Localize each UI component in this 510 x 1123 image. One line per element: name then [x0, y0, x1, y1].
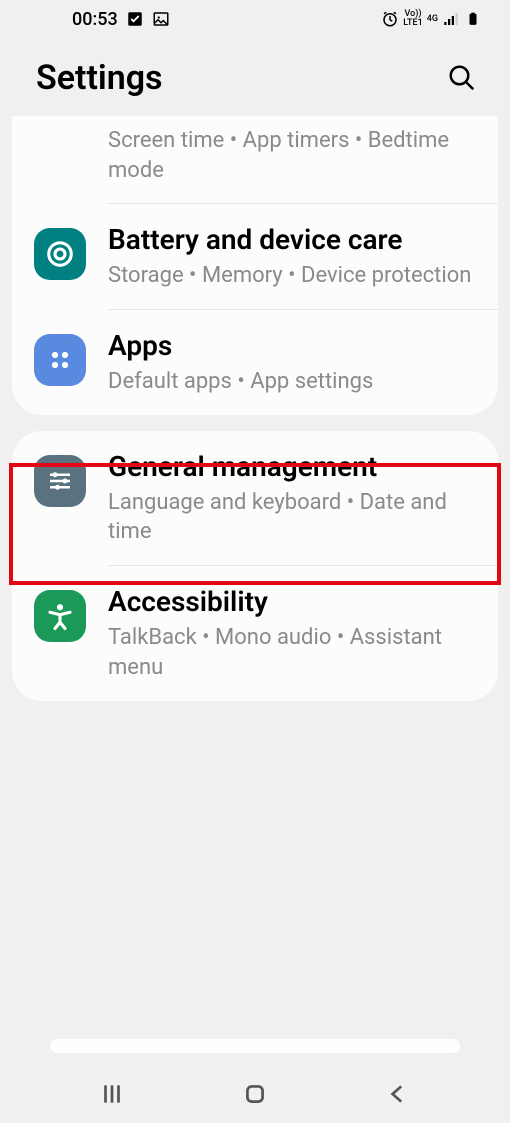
row-subtitle: TalkBack • Mono audio • Assistant menu [108, 623, 476, 682]
device-care-icon [34, 228, 86, 280]
checkbox-icon [126, 10, 144, 28]
page-title: Settings [36, 58, 163, 98]
settings-row-accessibility[interactable]: Accessibility TalkBack • Mono audio • As… [12, 566, 498, 700]
alarm-icon [381, 10, 399, 28]
navigation-bar [0, 1065, 510, 1123]
accessibility-icon [34, 590, 86, 642]
back-icon [385, 1081, 411, 1107]
sliders-icon [34, 455, 86, 507]
signal-icon [442, 10, 460, 28]
row-subtitle: Default apps • App settings [108, 367, 476, 397]
row-subtitle: Language and keyboard • Date and time [108, 488, 476, 547]
status-bar: 00:53 Vo)) LTE1 4G [0, 0, 510, 38]
settings-row-digital-wellbeing[interactable]: Screen time • App timers • Bedtime mode [12, 116, 498, 203]
battery-icon [464, 10, 482, 28]
settings-row-battery-device-care[interactable]: Battery and device care Storage • Memory… [12, 204, 498, 309]
data-label: 4G [427, 15, 438, 24]
recents-icon [99, 1081, 125, 1107]
row-title: Battery and device care [108, 222, 476, 257]
search-icon [447, 63, 477, 93]
recents-button[interactable] [92, 1074, 132, 1114]
home-button[interactable] [235, 1074, 275, 1114]
row-subtitle: Storage • Memory • Device protection [108, 261, 476, 291]
volte-label: Vo)) LTE1 [403, 10, 422, 28]
home-icon [242, 1081, 268, 1107]
page-header: Settings [0, 38, 510, 116]
row-title: Accessibility [108, 584, 476, 619]
apps-icon [34, 334, 86, 386]
back-button[interactable] [378, 1074, 418, 1114]
row-title: Apps [108, 328, 476, 363]
image-icon [152, 10, 170, 28]
row-subtitle: Screen time • App timers • Bedtime mode [108, 126, 476, 185]
settings-row-apps[interactable]: Apps Default apps • App settings [12, 310, 498, 415]
scroll-indicator [50, 1039, 460, 1053]
search-button[interactable] [446, 62, 478, 94]
row-title: General management [108, 449, 476, 484]
settings-group-1: Screen time • App timers • Bedtime mode … [12, 116, 498, 415]
settings-group-2: General management Language and keyboard… [12, 431, 498, 701]
status-time: 00:53 [72, 9, 118, 30]
settings-row-general-management[interactable]: General management Language and keyboard… [12, 431, 498, 565]
